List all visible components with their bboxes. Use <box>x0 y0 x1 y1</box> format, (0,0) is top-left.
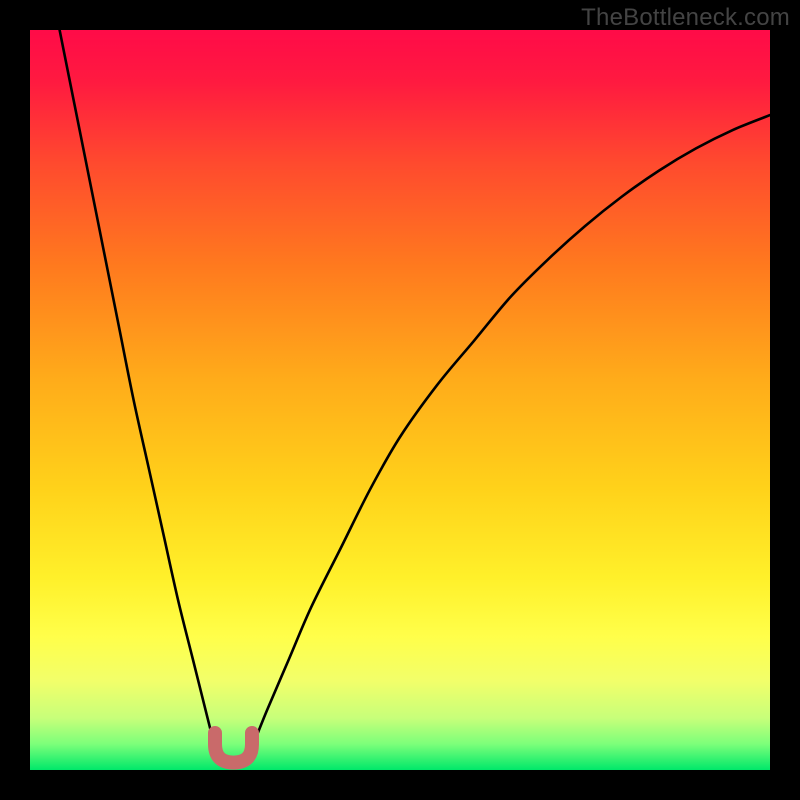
watermark-text: TheBottleneck.com <box>581 4 790 32</box>
bottleneck-chart <box>30 30 770 770</box>
chart-frame: TheBottleneck.com <box>0 0 800 800</box>
chart-background <box>30 30 770 770</box>
